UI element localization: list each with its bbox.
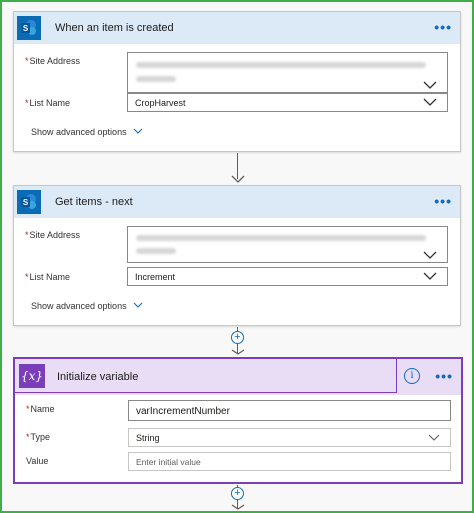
initialize-variable-card: {x} Initialize variable i ••• *Name varI…	[13, 357, 463, 484]
svg-text:S: S	[23, 198, 29, 207]
initialize-variable-header[interactable]: {x} Initialize variable i •••	[15, 359, 461, 395]
sharepoint-icon: S	[17, 16, 41, 40]
site-address-label: *Site Address	[25, 56, 81, 66]
list-name-select[interactable]: CropHarvest	[127, 93, 448, 112]
more-options-icon[interactable]: •••	[434, 19, 452, 35]
variable-icon: {x}	[19, 364, 45, 388]
trigger-card-header[interactable]: S When an item is created •••	[14, 12, 460, 44]
info-icon[interactable]: i	[404, 368, 420, 384]
trigger-card-title: When an item is created	[55, 22, 174, 34]
chevron-down-icon[interactable]	[423, 97, 437, 107]
trigger-card: S When an item is created ••• *Site Addr…	[13, 11, 461, 152]
show-advanced-options-link[interactable]: Show advanced options	[31, 301, 143, 311]
site-address-label: *Site Address	[25, 230, 81, 240]
initialize-variable-title: Initialize variable	[57, 371, 139, 383]
chevron-down-icon[interactable]	[423, 271, 437, 281]
variable-type-select[interactable]: String	[128, 428, 451, 447]
variable-value-placeholder: Enter initial value	[136, 457, 201, 467]
list-name-value: Increment	[135, 272, 176, 282]
site-address-field[interactable]	[127, 226, 448, 263]
arrow-down-icon	[231, 504, 245, 510]
chevron-down-icon[interactable]	[423, 250, 437, 260]
chevron-down-icon	[133, 302, 143, 308]
chevron-down-icon	[133, 128, 143, 134]
more-options-icon[interactable]: •••	[435, 368, 453, 384]
get-items-card: S Get items - next ••• *Site Address *Li…	[13, 185, 461, 326]
variable-name-value: varIncrementNumber	[136, 406, 230, 417]
more-options-icon[interactable]: •••	[434, 193, 452, 209]
name-label: *Name	[26, 404, 55, 414]
chevron-down-icon[interactable]	[423, 80, 437, 90]
svg-text:S: S	[23, 24, 29, 33]
site-address-field[interactable]	[127, 52, 448, 93]
list-name-select[interactable]: Increment	[127, 267, 448, 286]
value-label: Value	[26, 456, 49, 466]
get-items-card-title: Get items - next	[55, 196, 133, 208]
list-name-label: *List Name	[25, 272, 71, 282]
arrow-down-icon	[231, 349, 245, 355]
type-label: *Type	[26, 432, 51, 442]
add-step-icon[interactable]: +	[231, 331, 244, 344]
list-name-label: *List Name	[25, 98, 71, 108]
get-items-card-header[interactable]: S Get items - next •••	[14, 186, 460, 218]
arrow-down-icon	[231, 175, 245, 183]
variable-type-value: String	[136, 433, 160, 443]
show-advanced-options-link[interactable]: Show advanced options	[31, 127, 143, 137]
add-step-icon[interactable]: +	[231, 487, 244, 500]
variable-value-input[interactable]: Enter initial value	[128, 452, 451, 471]
list-name-value: CropHarvest	[135, 98, 186, 108]
chevron-down-icon[interactable]	[428, 433, 440, 442]
variable-name-input[interactable]: varIncrementNumber	[128, 400, 451, 421]
flow-canvas: S When an item is created ••• *Site Addr…	[2, 2, 472, 511]
sharepoint-icon: S	[17, 190, 41, 214]
